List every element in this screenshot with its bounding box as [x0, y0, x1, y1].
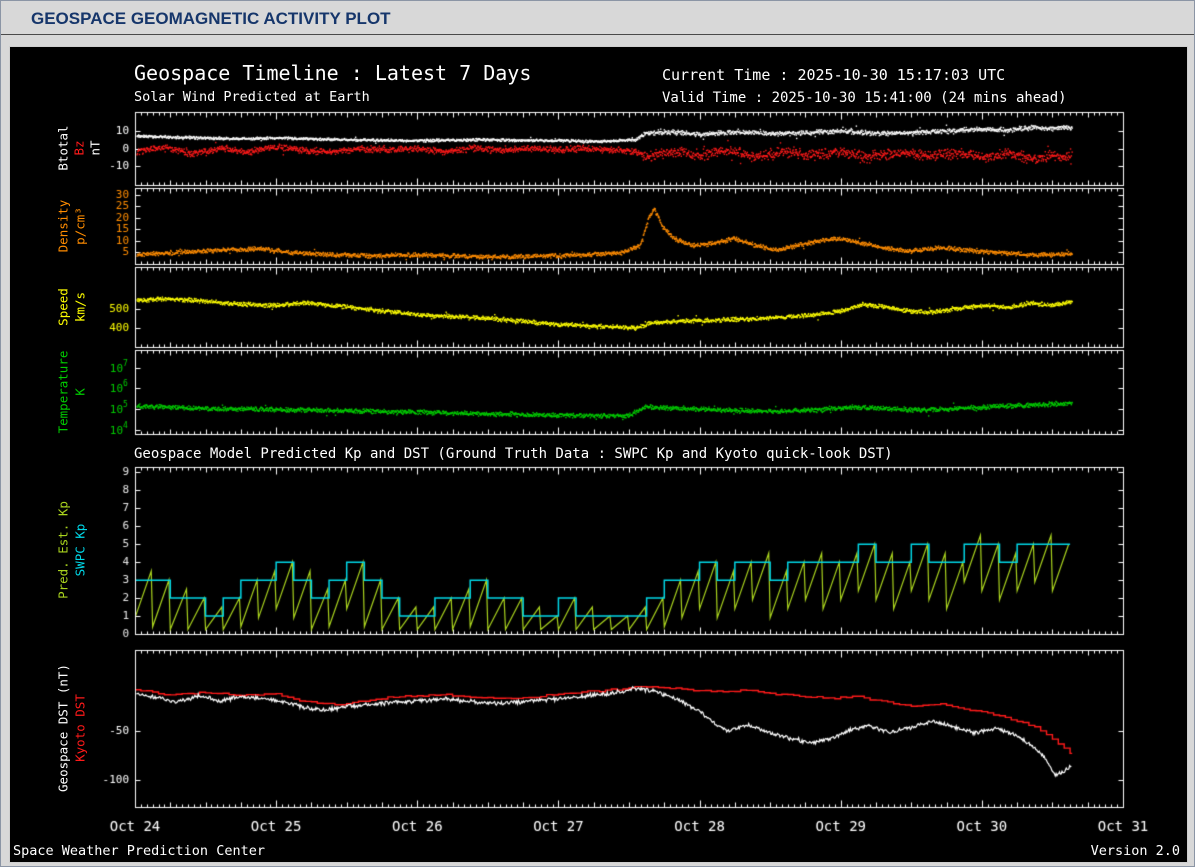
model-subtitle: Geospace Model Predicted Kp and DST (Gro…	[134, 446, 893, 462]
valid-time-label: Valid Time : 2025-10-30 15:41:00 (24 min…	[662, 90, 1067, 106]
axis-label-btotal: Btotal	[55, 125, 71, 171]
axis-label-density-unit: p/cm³	[72, 207, 88, 245]
axis-label-speed: Speed	[55, 288, 71, 326]
plot-title: Geospace Timeline : Latest 7 Days	[134, 61, 532, 85]
page-title: GEOSPACE GEOMAGNETIC ACTIVITY PLOT	[31, 9, 391, 28]
current-time-label: Current Time : 2025-10-30 15:17:03 UTC	[662, 66, 1006, 84]
footer-version: Version 2.0	[1090, 843, 1180, 859]
page: GEOSPACE GEOMAGNETIC ACTIVITY PLOT Geosp…	[0, 0, 1195, 867]
axis-label-bz: Bz	[71, 140, 87, 156]
axis-label-swpc-kp: SWPC Kp	[72, 523, 88, 577]
footer-credit: Space Weather Prediction Center	[13, 843, 265, 859]
axis-label-kyoto-dst: Kyoto DST	[72, 694, 88, 762]
axis-label-geospace-dst: Geospace DST (nT)	[55, 664, 71, 792]
axis-label-speed-unit: km/s	[72, 291, 88, 323]
page-header: GEOSPACE GEOMAGNETIC ACTIVITY PLOT	[1, 1, 1194, 35]
axis-label-pred-kp: Pred. Est. Kp	[55, 501, 71, 599]
geospace-plot: Geospace Timeline : Latest 7 Days Curren…	[9, 46, 1188, 863]
axis-label-nt: nT	[87, 140, 103, 156]
axis-label-density: Density	[55, 199, 71, 253]
axis-label-temperature-unit: K	[72, 388, 88, 396]
axis-label-temperature: Temperature	[55, 350, 71, 434]
solar-wind-subtitle: Solar Wind Predicted at Earth	[134, 89, 370, 105]
